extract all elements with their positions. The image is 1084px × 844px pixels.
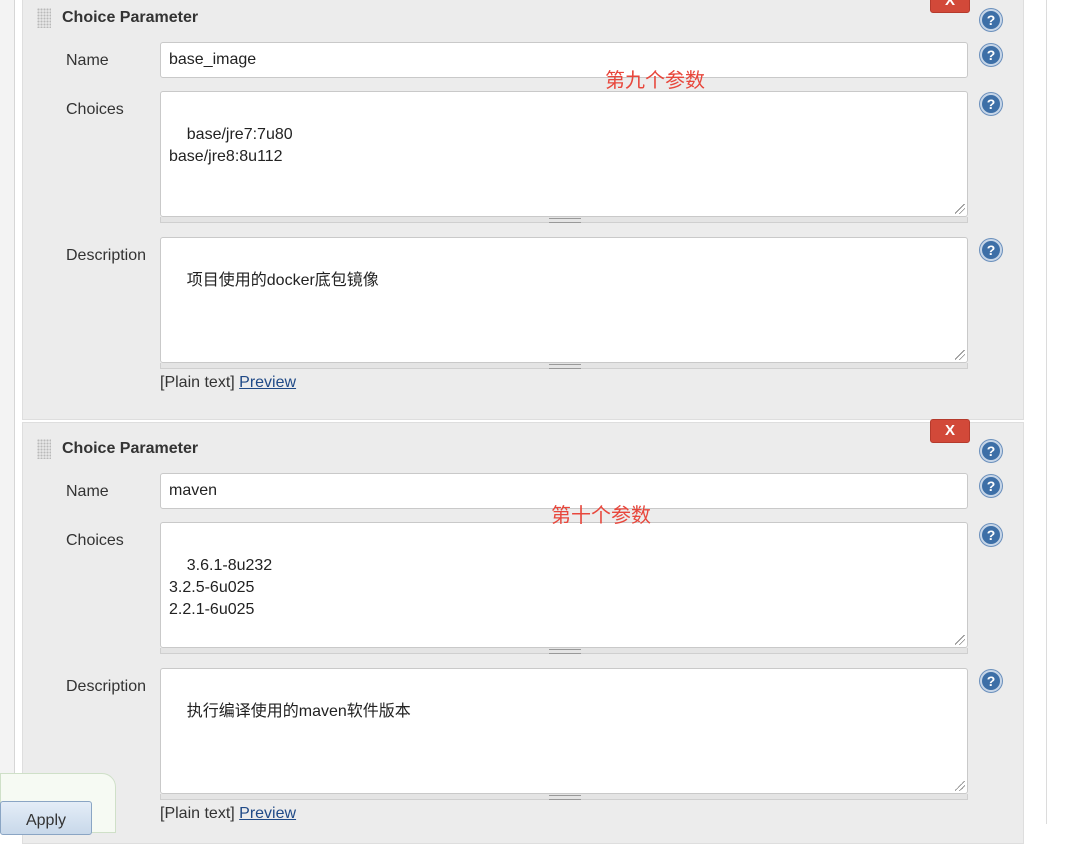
plain-text-label: [Plain text] — [160, 805, 235, 822]
resize-grip-icon[interactable] — [955, 204, 965, 214]
plain-text-label: [Plain text] — [160, 374, 235, 391]
description-text: 执行编译使用的maven软件版本 — [186, 703, 411, 720]
description-text: 项目使用的docker底包镜像 — [186, 272, 379, 289]
textarea-splitter[interactable] — [160, 648, 968, 654]
drag-handle-icon[interactable] — [37, 8, 51, 28]
resize-grip-icon[interactable] — [955, 635, 965, 645]
name-label: Name — [66, 483, 109, 500]
name-input[interactable]: base_image — [160, 42, 968, 78]
choice-parameter-section-1: Choice Parameter X ? Name base_image ? C… — [22, 0, 1024, 420]
textarea-splitter[interactable] — [160, 363, 968, 369]
textarea-splitter[interactable] — [160, 217, 968, 223]
preview-link[interactable]: Preview — [239, 805, 296, 822]
help-icon[interactable]: ? — [980, 475, 1002, 497]
help-icon[interactable]: ? — [980, 9, 1002, 31]
description-label: Description — [66, 678, 147, 695]
delete-parameter-button[interactable]: X — [930, 0, 970, 13]
resize-grip-icon[interactable] — [955, 350, 965, 360]
left-rail — [0, 0, 15, 824]
drag-handle-icon[interactable] — [37, 439, 51, 459]
choices-text: base/jre7:7u80 base/jre8:8u112 — [169, 126, 293, 165]
apply-button[interactable]: Apply — [0, 801, 92, 835]
help-icon[interactable]: ? — [980, 239, 1002, 261]
description-label: Description — [66, 247, 147, 264]
choices-label: Choices — [66, 532, 124, 549]
right-rail — [1046, 0, 1047, 824]
help-icon[interactable]: ? — [980, 44, 1002, 66]
help-icon[interactable]: ? — [980, 670, 1002, 692]
annotation-label: 第九个参数 — [605, 68, 705, 92]
choices-label: Choices — [66, 101, 124, 118]
choices-textarea[interactable]: 3.6.1-8u232 3.2.5-6u025 2.2.1-6u025 — [160, 522, 968, 648]
format-line: [Plain text] Preview — [160, 805, 296, 823]
resize-grip-icon[interactable] — [955, 781, 965, 791]
choices-text: 3.6.1-8u232 3.2.5-6u025 2.2.1-6u025 — [169, 557, 273, 618]
section-title: Choice Parameter — [62, 9, 199, 26]
help-icon[interactable]: ? — [980, 440, 1002, 462]
textarea-splitter[interactable] — [160, 794, 968, 800]
annotation-label: 第十个参数 — [551, 503, 651, 527]
preview-link[interactable]: Preview — [239, 374, 296, 391]
format-line: [Plain text] Preview — [160, 374, 296, 392]
name-label: Name — [66, 52, 109, 69]
choices-textarea[interactable]: base/jre7:7u80 base/jre8:8u112 — [160, 91, 968, 217]
help-icon[interactable]: ? — [980, 93, 1002, 115]
description-textarea[interactable]: 执行编译使用的maven软件版本 — [160, 668, 968, 794]
delete-parameter-button[interactable]: X — [930, 419, 970, 443]
description-textarea[interactable]: 项目使用的docker底包镜像 — [160, 237, 968, 363]
section-title: Choice Parameter — [62, 440, 199, 457]
help-icon[interactable]: ? — [980, 524, 1002, 546]
choice-parameter-section-2: Choice Parameter X ? Name maven ? Choice… — [22, 419, 1024, 844]
